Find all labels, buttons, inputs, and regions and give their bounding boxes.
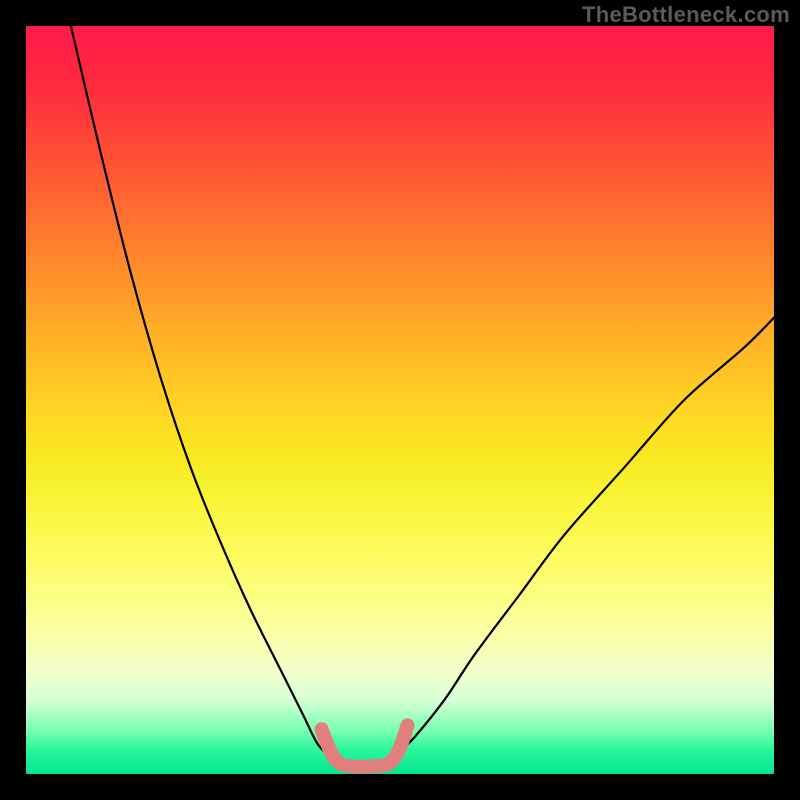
chart-frame: TheBottleneck.com <box>0 0 800 800</box>
curve-layer <box>26 26 774 774</box>
curve-right-path <box>393 318 775 759</box>
watermark-text: TheBottleneck.com <box>582 2 790 28</box>
plot-area <box>26 26 774 774</box>
valley-highlight-path <box>322 725 408 766</box>
curve-left-path <box>71 26 333 759</box>
